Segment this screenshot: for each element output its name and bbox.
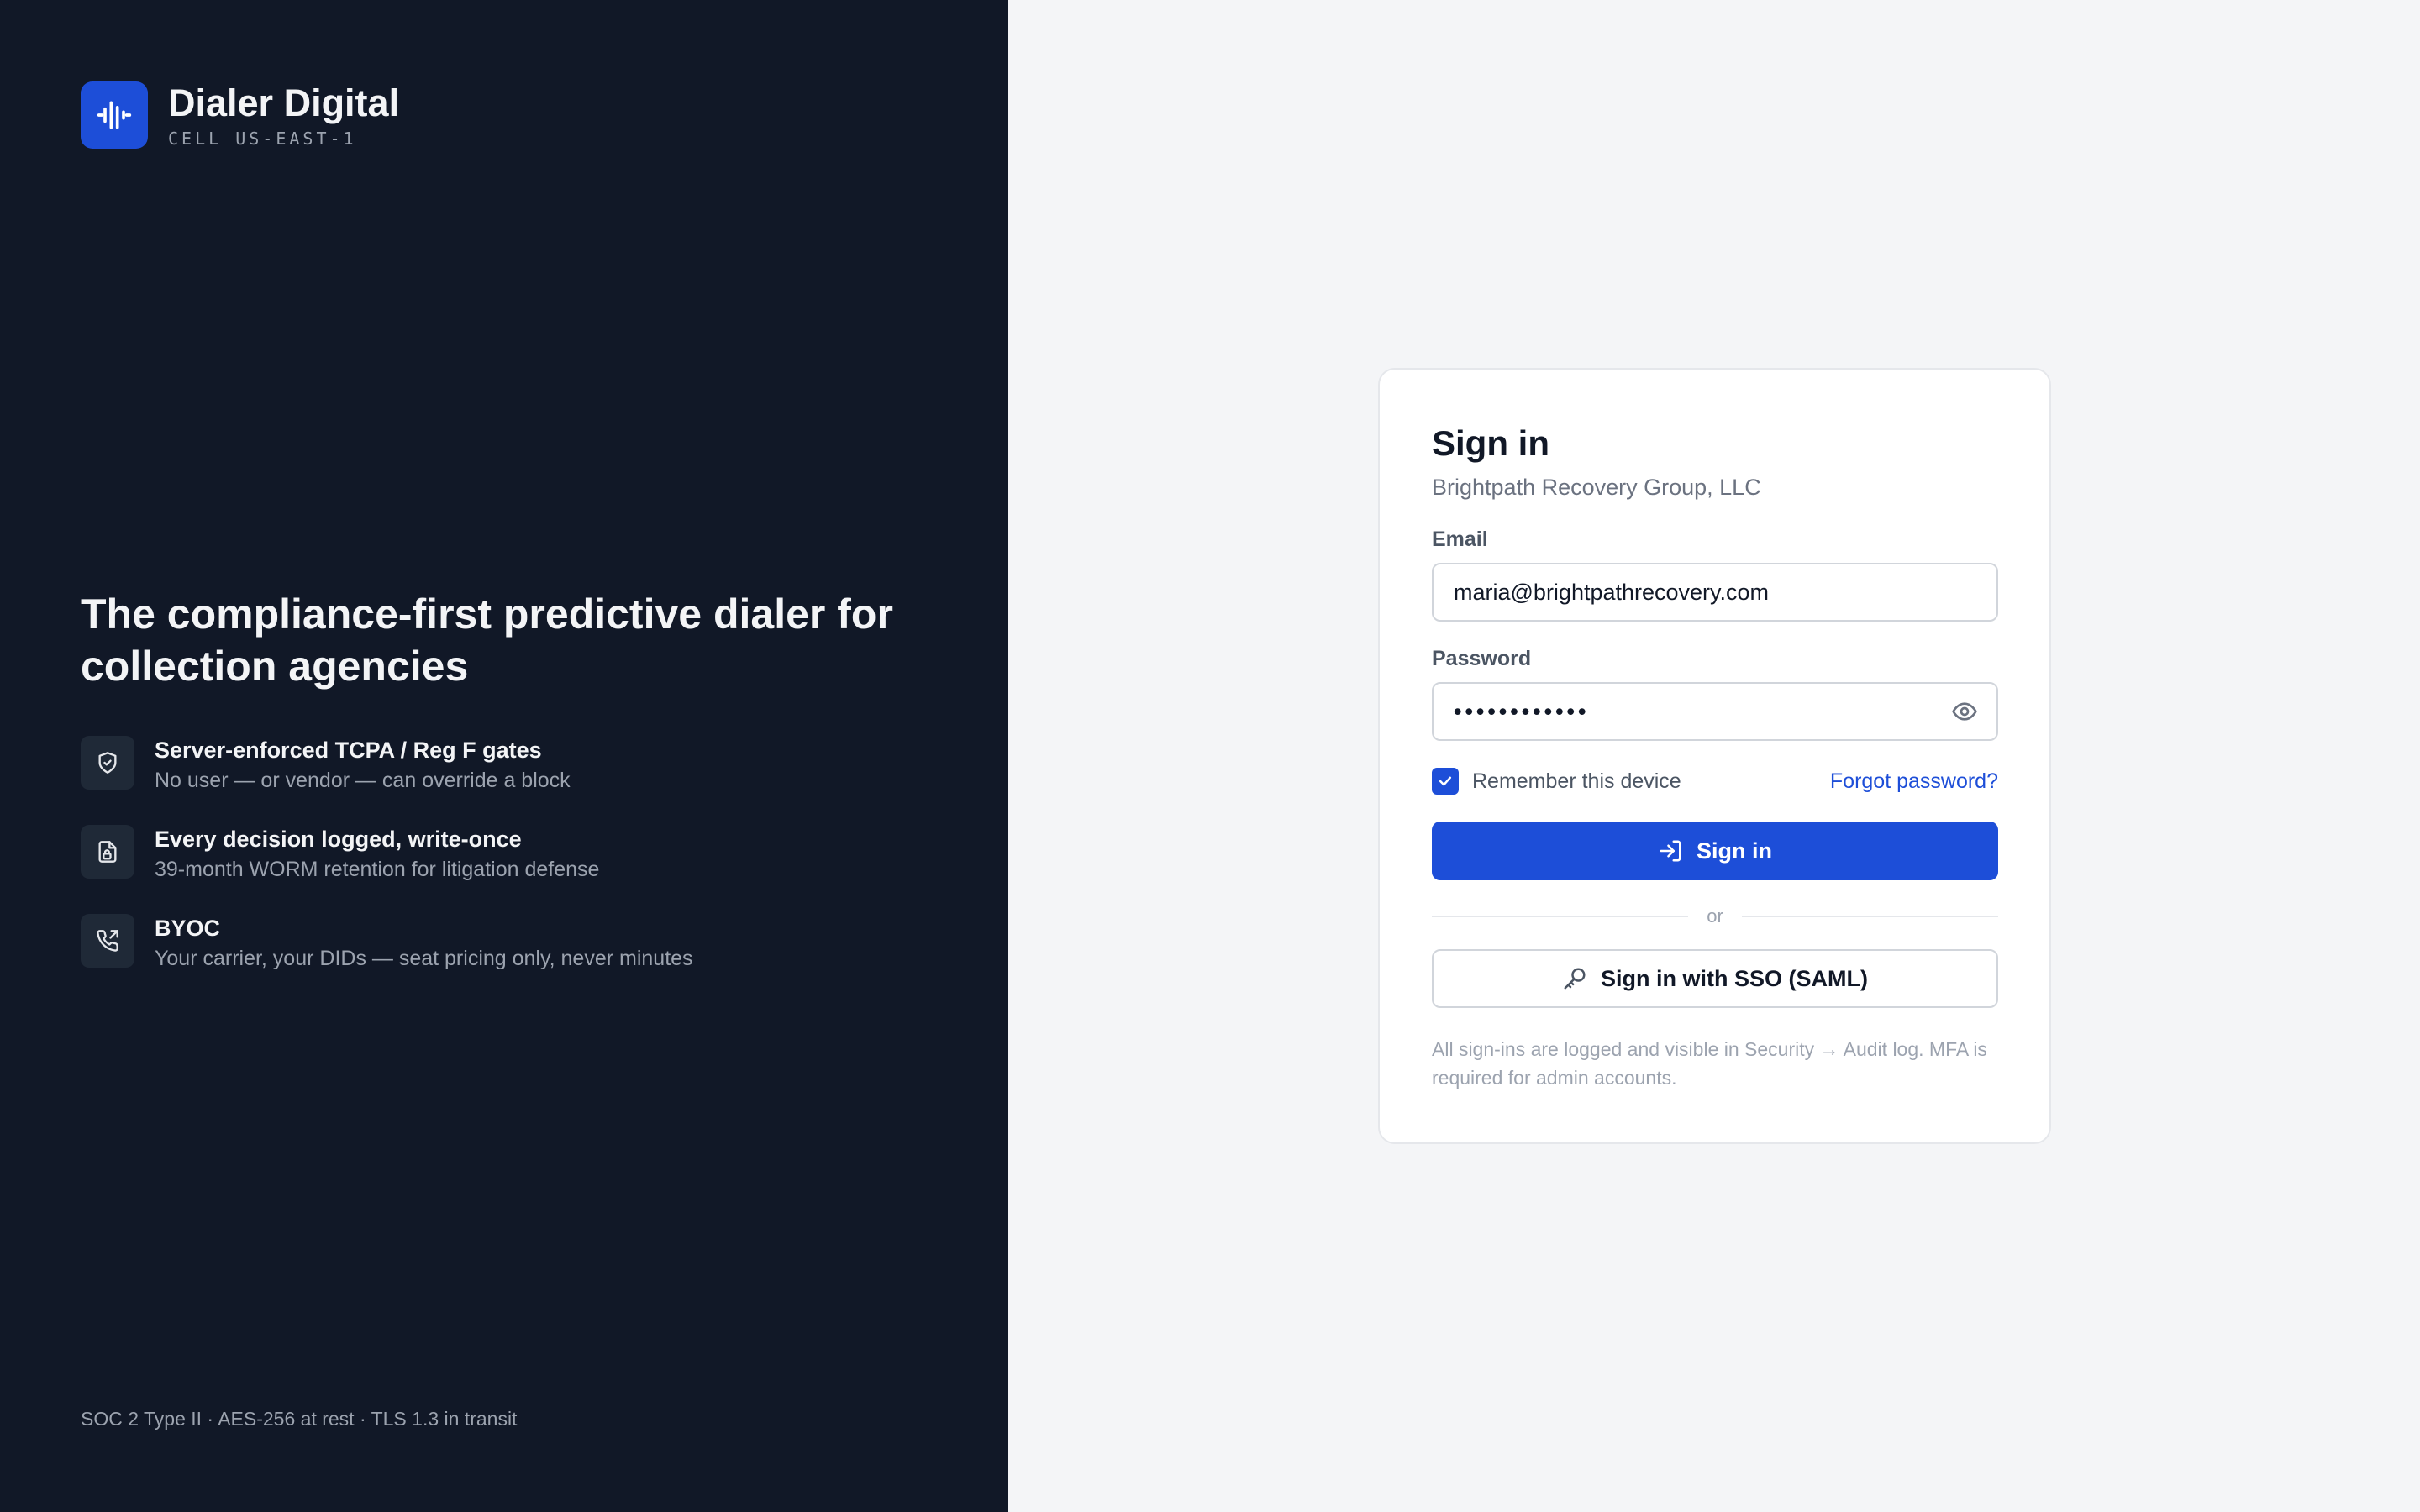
file-lock-icon — [81, 825, 134, 879]
remember-checkbox[interactable] — [1432, 768, 1459, 795]
email-label: Email — [1432, 528, 1488, 551]
remember-label: Remember this device — [1472, 769, 1681, 793]
feature-item: Every decision logged, write-once 39-mon… — [81, 825, 693, 884]
hero-headline: The compliance-first predictive dialer f… — [81, 591, 893, 690]
key-icon — [1564, 968, 1586, 990]
signin-card: Sign in Brightpath Recovery Group, LLC E… — [1378, 368, 2051, 1144]
sign-in-button[interactable]: Sign in — [1432, 822, 1998, 880]
waveform-logo-icon — [81, 81, 148, 149]
forgot-password-link[interactable]: Forgot password? — [1830, 769, 1998, 794]
brand-text: Dialer Digital CELL US-EAST-1 — [168, 81, 399, 149]
log-in-icon — [1660, 840, 1681, 862]
remember-device-toggle[interactable]: Remember this device — [1432, 768, 1681, 795]
or-divider: or — [1432, 906, 1998, 927]
signin-panel: Sign in Brightpath Recovery Group, LLC E… — [1008, 0, 2420, 1512]
feature-title: Every decision logged, write-once — [155, 827, 522, 852]
feature-subtitle: No user — or vendor — can override a blo… — [155, 769, 571, 792]
signin-title: Sign in — [1432, 423, 1549, 463]
remember-row: Remember this device Forgot password? — [1432, 768, 1998, 795]
sso-label: Sign in with SSO (SAML) — [1601, 965, 1868, 991]
feature-item: BYOC Your carrier, your DIDs — seat pric… — [81, 914, 693, 973]
sign-in-label: Sign in — [1697, 837, 1772, 864]
password-value: •••••••••••• — [1454, 698, 1590, 724]
eye-icon[interactable] — [1951, 698, 1978, 725]
email-value: maria@brightpathrecovery.com — [1454, 579, 1770, 605]
feature-list: Server-enforced TCPA / Reg F gates No us… — [81, 736, 693, 1003]
audit-note: All sign-ins are logged and visible in S… — [1432, 1038, 1987, 1089]
security-footer: SOC 2 Type II · AES-256 at rest · TLS 1.… — [81, 1408, 518, 1430]
feature-title: BYOC — [155, 916, 221, 941]
shield-check-icon — [81, 736, 134, 790]
organization-name: Brightpath Recovery Group, LLC — [1432, 475, 1761, 500]
feature-subtitle: Your carrier, your DIDs — seat pricing o… — [155, 947, 693, 970]
brand-cell-label: CELL US-EAST-1 — [168, 129, 357, 149]
brand-name: Dialer Digital — [168, 81, 400, 124]
email-field[interactable]: maria@brightpathrecovery.com — [1432, 563, 1998, 622]
password-field[interactable]: •••••••••••• — [1432, 682, 1998, 741]
feature-title: Server-enforced TCPA / Reg F gates — [155, 738, 542, 763]
brand-panel: Dialer Digital CELL US-EAST-1 The compli… — [0, 0, 1008, 1512]
feature-subtitle: 39-month WORM retention for litigation d… — [155, 858, 600, 881]
phone-outgoing-icon — [81, 914, 134, 968]
password-label: Password — [1432, 647, 1532, 670]
brand-header: Dialer Digital CELL US-EAST-1 — [81, 81, 399, 149]
divider-label: or — [1707, 906, 1723, 927]
sso-button[interactable]: Sign in with SSO (SAML) — [1432, 949, 1998, 1008]
feature-item: Server-enforced TCPA / Reg F gates No us… — [81, 736, 693, 795]
